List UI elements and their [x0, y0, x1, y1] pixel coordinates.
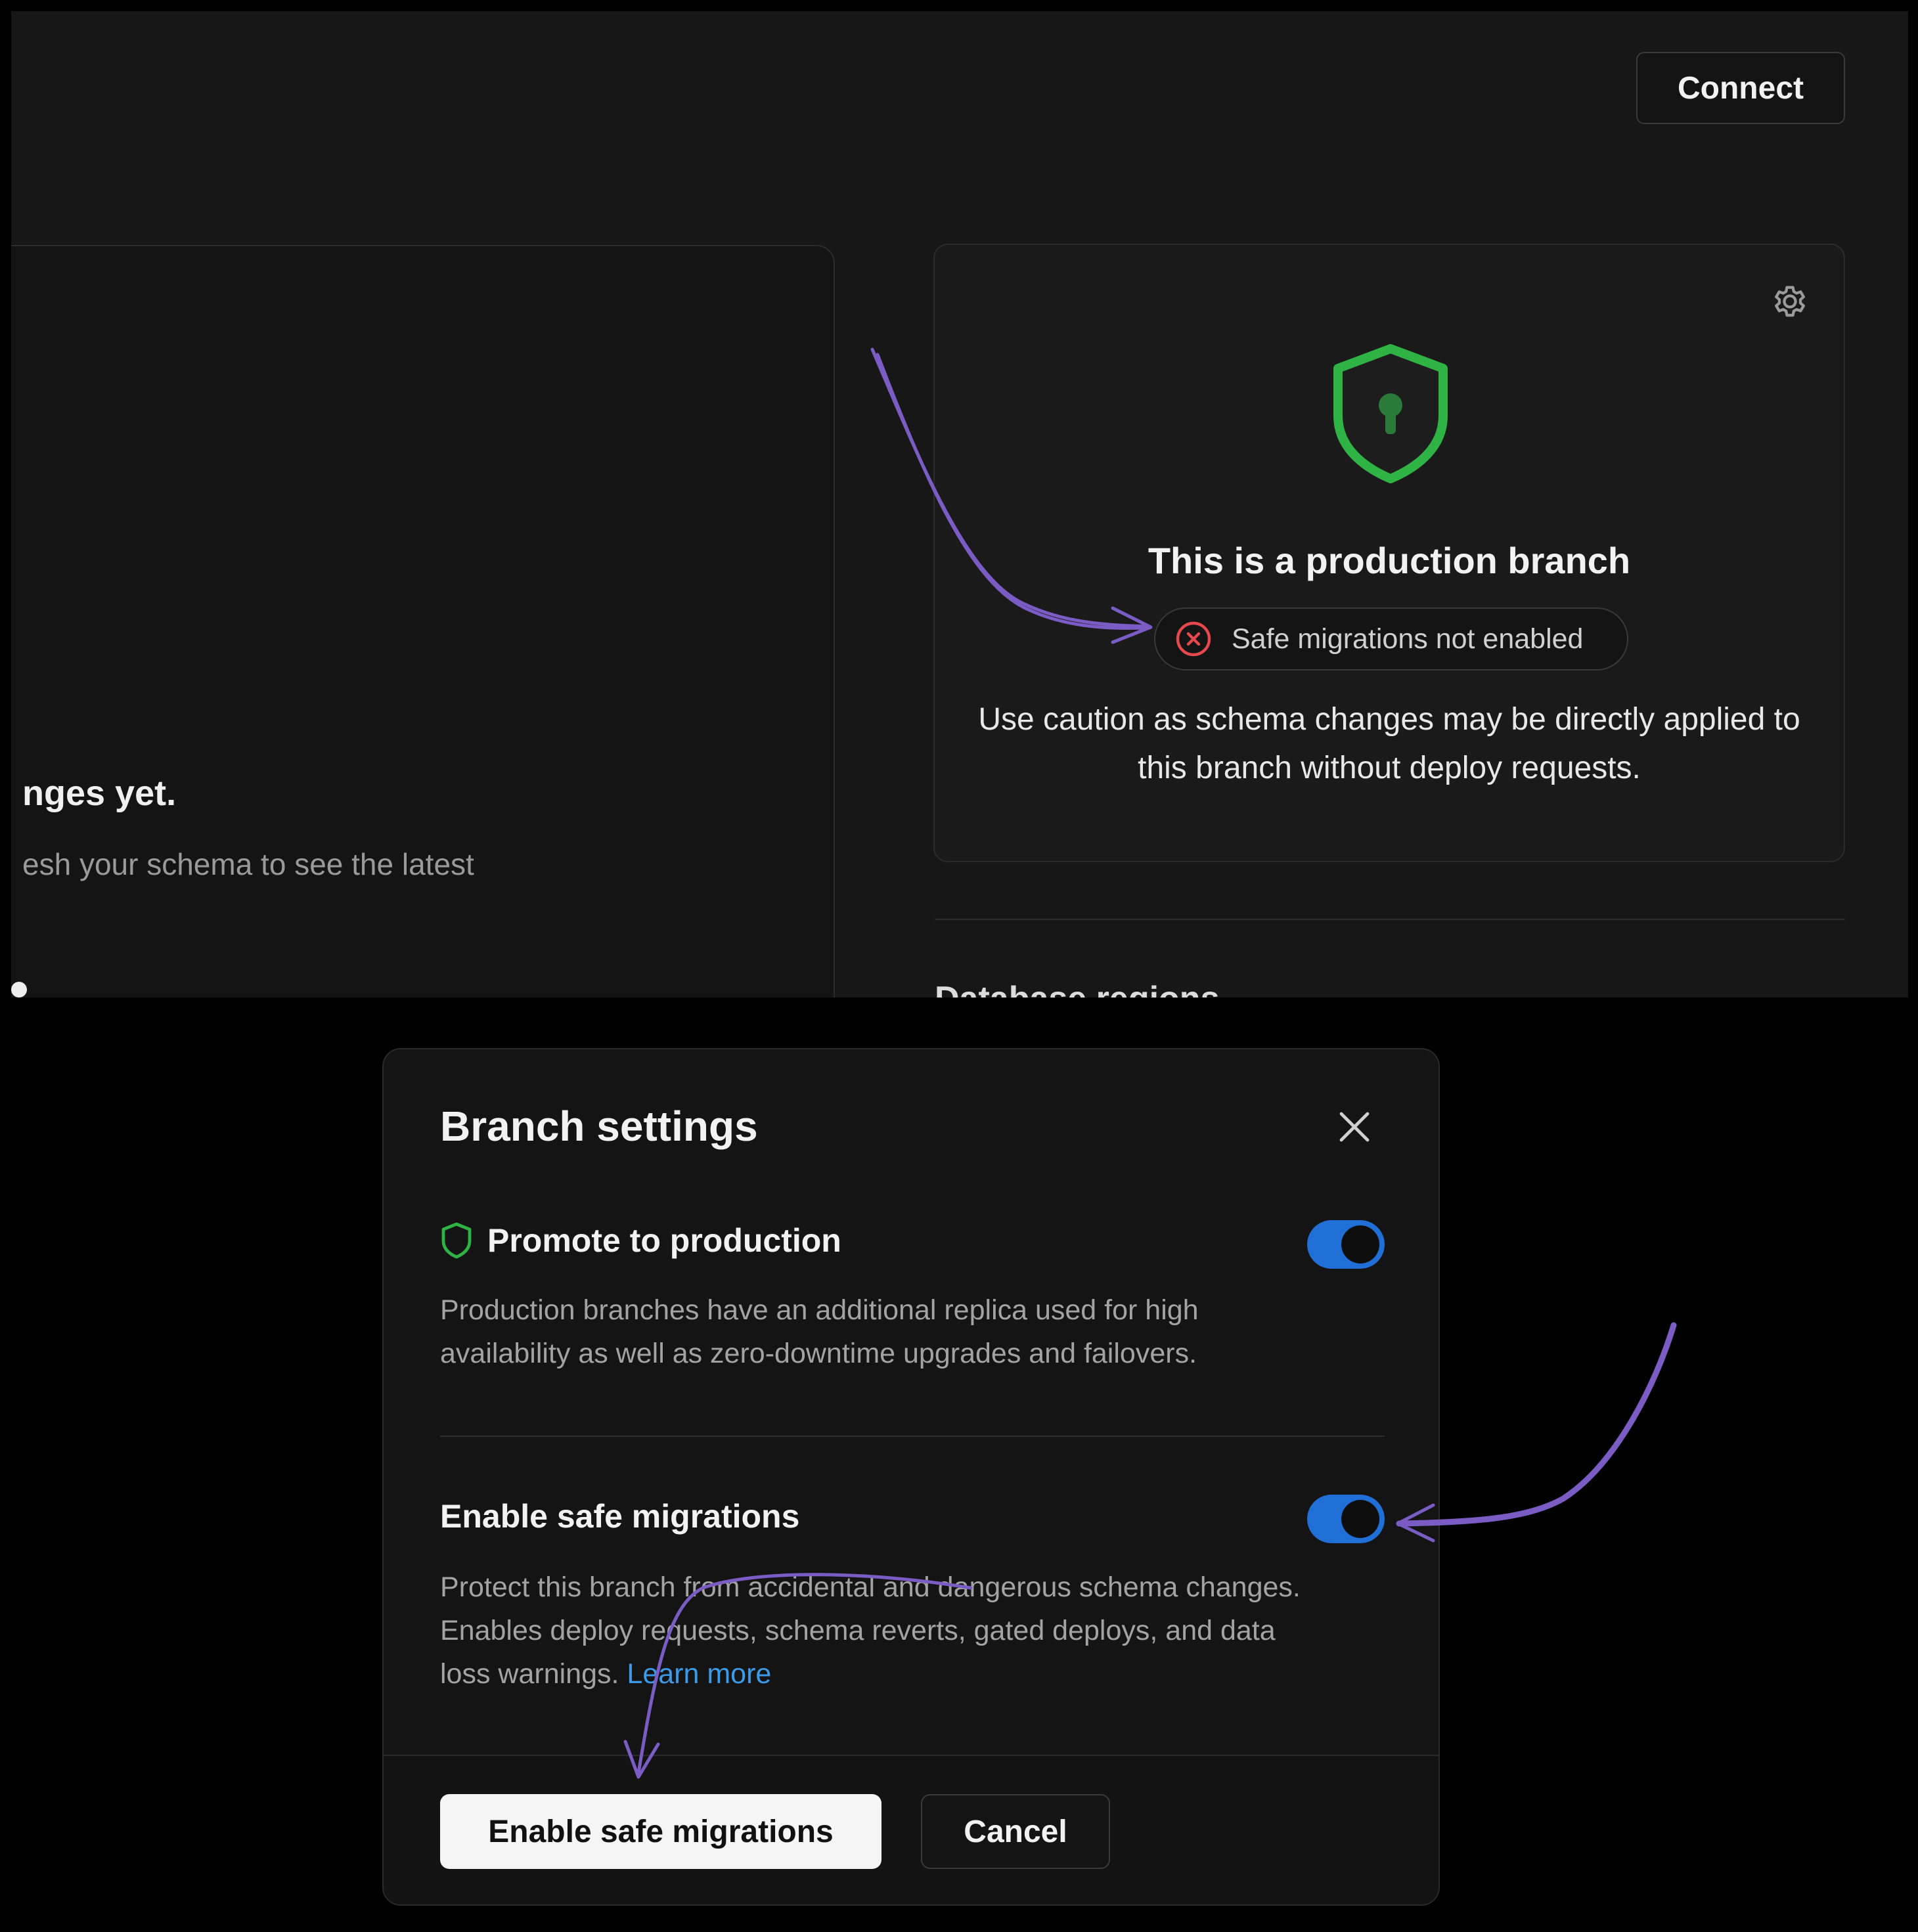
promote-label-text: Promote to production: [487, 1222, 841, 1259]
toggle-knob: [1341, 1225, 1379, 1263]
enable-safe-migrations-button[interactable]: Enable safe migrations: [440, 1794, 881, 1869]
enable-safe-migrations-label: Enable safe migrations: [440, 1497, 799, 1535]
production-branch-card: This is a production branch Safe migrati…: [933, 244, 1845, 862]
safe-migrations-label-text: Enable safe migrations: [440, 1498, 800, 1535]
cancel-button[interactable]: Cancel: [921, 1794, 1110, 1869]
safe-migrations-description-text: Protect this branch from accidental and …: [440, 1571, 1301, 1690]
database-regions-heading: Database regions: [935, 979, 1220, 998]
promote-to-production-toggle[interactable]: [1307, 1220, 1385, 1269]
schema-empty-subtitle: esh your schema to see the latest: [22, 847, 474, 881]
schema-changes-card: [11, 245, 835, 998]
production-branch-title: This is a production branch: [1148, 540, 1631, 581]
status-badge-label: Safe migrations not enabled: [1232, 623, 1584, 655]
annotation-arrow-toggle: [1396, 1322, 1677, 1527]
cursor-dot: [11, 982, 27, 998]
connect-button[interactable]: Connect: [1636, 52, 1845, 124]
learn-more-link[interactable]: Learn more: [627, 1658, 771, 1690]
section-divider: [935, 919, 1845, 920]
enable-safe-migrations-toggle[interactable]: [1307, 1495, 1385, 1543]
dialog-footer: Enable safe migrations Cancel: [384, 1755, 1438, 1904]
x-circle-icon: [1176, 621, 1211, 657]
gear-icon[interactable]: [1769, 280, 1811, 322]
dialog-divider: [440, 1436, 1385, 1437]
branch-settings-dialog: Branch settings Promote to production Pr…: [382, 1048, 1440, 1906]
safe-migrations-description: Protect this branch from accidental and …: [440, 1566, 1307, 1696]
shield-keyhole-icon: [1333, 344, 1448, 483]
toggle-knob: [1341, 1500, 1379, 1538]
schema-empty-title: nges yet.: [22, 774, 177, 813]
dialog-title: Branch settings: [440, 1103, 758, 1150]
dashboard-panel: Connect nges yet. esh your schema to see…: [11, 11, 1908, 998]
safe-migrations-status-badge: Safe migrations not enabled: [1154, 607, 1628, 670]
shield-icon: [441, 1222, 472, 1259]
close-icon[interactable]: [1335, 1107, 1374, 1147]
promote-to-production-label: Promote to production: [440, 1221, 841, 1260]
production-branch-description: Use caution as schema changes may be dir…: [978, 702, 1800, 785]
promote-description: Production branches have an additional r…: [440, 1294, 1199, 1369]
